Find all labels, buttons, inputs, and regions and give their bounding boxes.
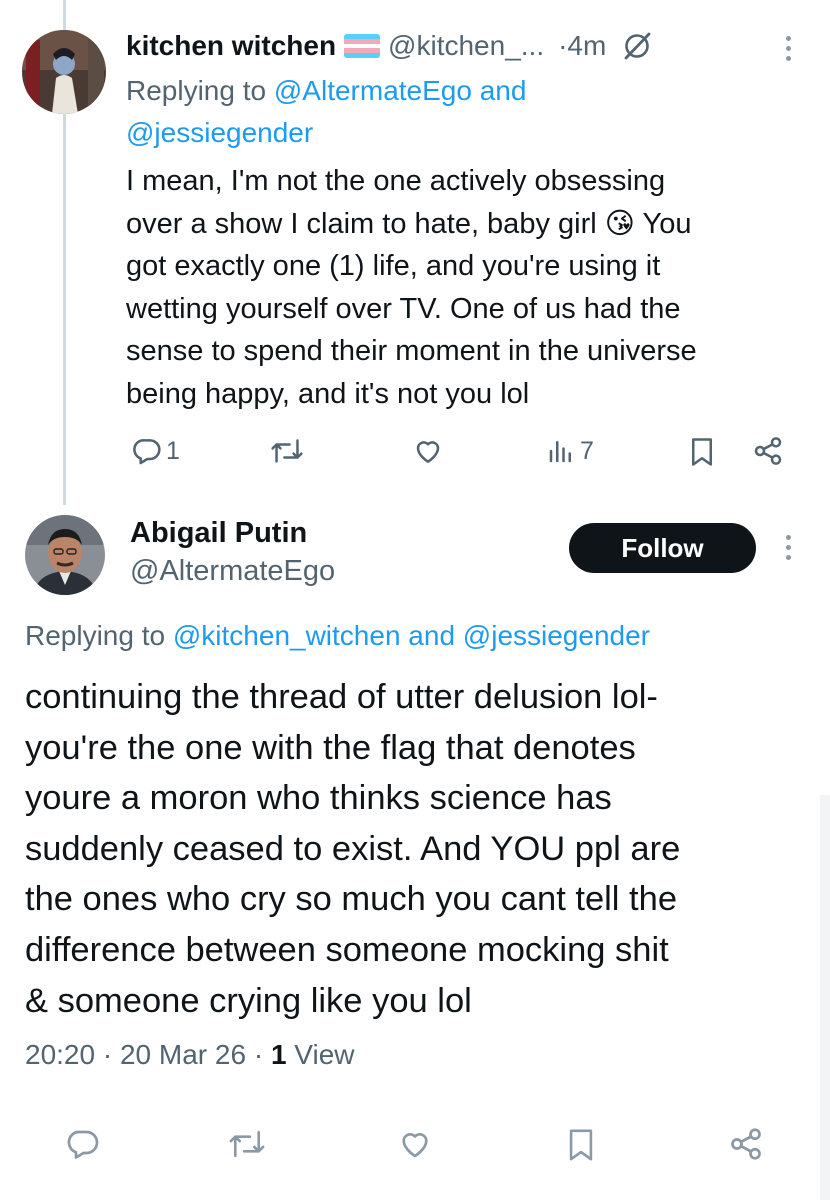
- share-button[interactable]: [752, 435, 784, 467]
- retweet-icon: [229, 1130, 265, 1158]
- text-line: & someone crying like you lol: [25, 981, 472, 1020]
- replying-to-mention-2[interactable]: @jessiegender: [126, 117, 313, 148]
- views-icon: [549, 441, 571, 463]
- reply-button[interactable]: [64, 1126, 100, 1162]
- handle[interactable]: @kitchen_...: [388, 30, 544, 62]
- like-icon: [402, 1133, 428, 1158]
- tweet-time[interactable]: 20:20: [25, 1039, 95, 1070]
- display-name[interactable]: kitchen witchen: [126, 30, 336, 62]
- follow-button[interactable]: Follow: [569, 523, 756, 573]
- text-line: sense to spend their moment in the unive…: [126, 335, 697, 367]
- bookmark-button[interactable]: [687, 435, 717, 469]
- text-line: youre a moron who thinks science has: [25, 779, 612, 818]
- text-line: difference between someone mocking shit: [25, 930, 669, 969]
- replying-to: Replying to @AltermateEgo and @jessiegen…: [126, 70, 806, 154]
- retweet-button[interactable]: [228, 1126, 266, 1162]
- tweet-date[interactable]: 20 Mar 26: [120, 1039, 246, 1070]
- text-line: suddenly ceased to exist. And YOU ppl ar…: [25, 829, 681, 868]
- share-icon: [754, 437, 782, 465]
- text-line: being happy, and it's not you lol: [126, 377, 530, 410]
- reply-count: 1: [166, 436, 180, 465]
- retweet-icon: [271, 439, 303, 463]
- reply-text: I mean, I'm not the one actively obsessi…: [126, 160, 806, 415]
- reply-header: kitchen witchen @kitchen_... ·4m: [126, 28, 652, 64]
- reply-icon: [133, 439, 161, 465]
- text-line: I mean, I'm not the one actively obsessi…: [126, 165, 666, 197]
- views-button[interactable]: 7: [546, 435, 594, 467]
- trans-flag-icon: [344, 34, 381, 58]
- text-line: over a show I claim to hate, baby girl 😘…: [126, 207, 692, 240]
- text-line: continuing the thread of utter delusion …: [25, 678, 658, 716]
- replying-to-mentions[interactable]: @AltermateEgo and: [274, 75, 527, 106]
- reply-icon: [67, 1130, 99, 1159]
- reply-button[interactable]: 1: [130, 435, 180, 467]
- grok-icon[interactable]: [622, 31, 652, 61]
- text-line: the ones who cry so much you cant tell t…: [25, 880, 678, 919]
- text-line: you're the one with the flag that denote…: [25, 728, 636, 767]
- replying-to-prefix: Replying to: [25, 620, 173, 651]
- view-label: View: [294, 1039, 355, 1070]
- bookmark-icon: [692, 438, 712, 466]
- like-icon: [416, 441, 440, 463]
- scrollbar[interactable]: [820, 795, 830, 1200]
- tweet-text: continuing the thread of utter delusion …: [25, 672, 815, 1026]
- replying-to-prefix: Replying to: [126, 75, 274, 106]
- author-name[interactable]: Abigail Putin: [130, 515, 307, 551]
- view-count: 1: [270, 1039, 287, 1070]
- bookmark-icon: [569, 1129, 593, 1161]
- author-handle[interactable]: @AltermateEgo: [130, 553, 335, 589]
- more-icon[interactable]: [786, 36, 792, 61]
- bookmark-button[interactable]: [564, 1126, 598, 1164]
- share-icon: [731, 1128, 761, 1160]
- more-icon[interactable]: [786, 535, 792, 560]
- avatar[interactable]: [22, 30, 106, 114]
- retweet-button[interactable]: [270, 435, 304, 467]
- replying-to: Replying to @kitchen_witchen and @jessie…: [25, 618, 650, 654]
- tweet-meta: 20:20 · 20 Mar 26 · 1 View: [25, 1039, 355, 1070]
- kissing-face-emoji: 😘: [604, 207, 635, 240]
- replying-to-mentions[interactable]: @kitchen_witchen and @jessiegender: [173, 620, 650, 651]
- view-count: 7: [580, 436, 594, 465]
- avatar[interactable]: [25, 515, 105, 595]
- text-line: wetting yourself over TV. One of us had …: [126, 292, 681, 325]
- like-button[interactable]: [397, 1126, 433, 1162]
- share-button[interactable]: [728, 1126, 764, 1162]
- text-line: got exactly one (1) life, and you're usi…: [126, 250, 661, 282]
- timestamp[interactable]: ·4m: [558, 30, 606, 62]
- like-button[interactable]: [412, 435, 444, 467]
